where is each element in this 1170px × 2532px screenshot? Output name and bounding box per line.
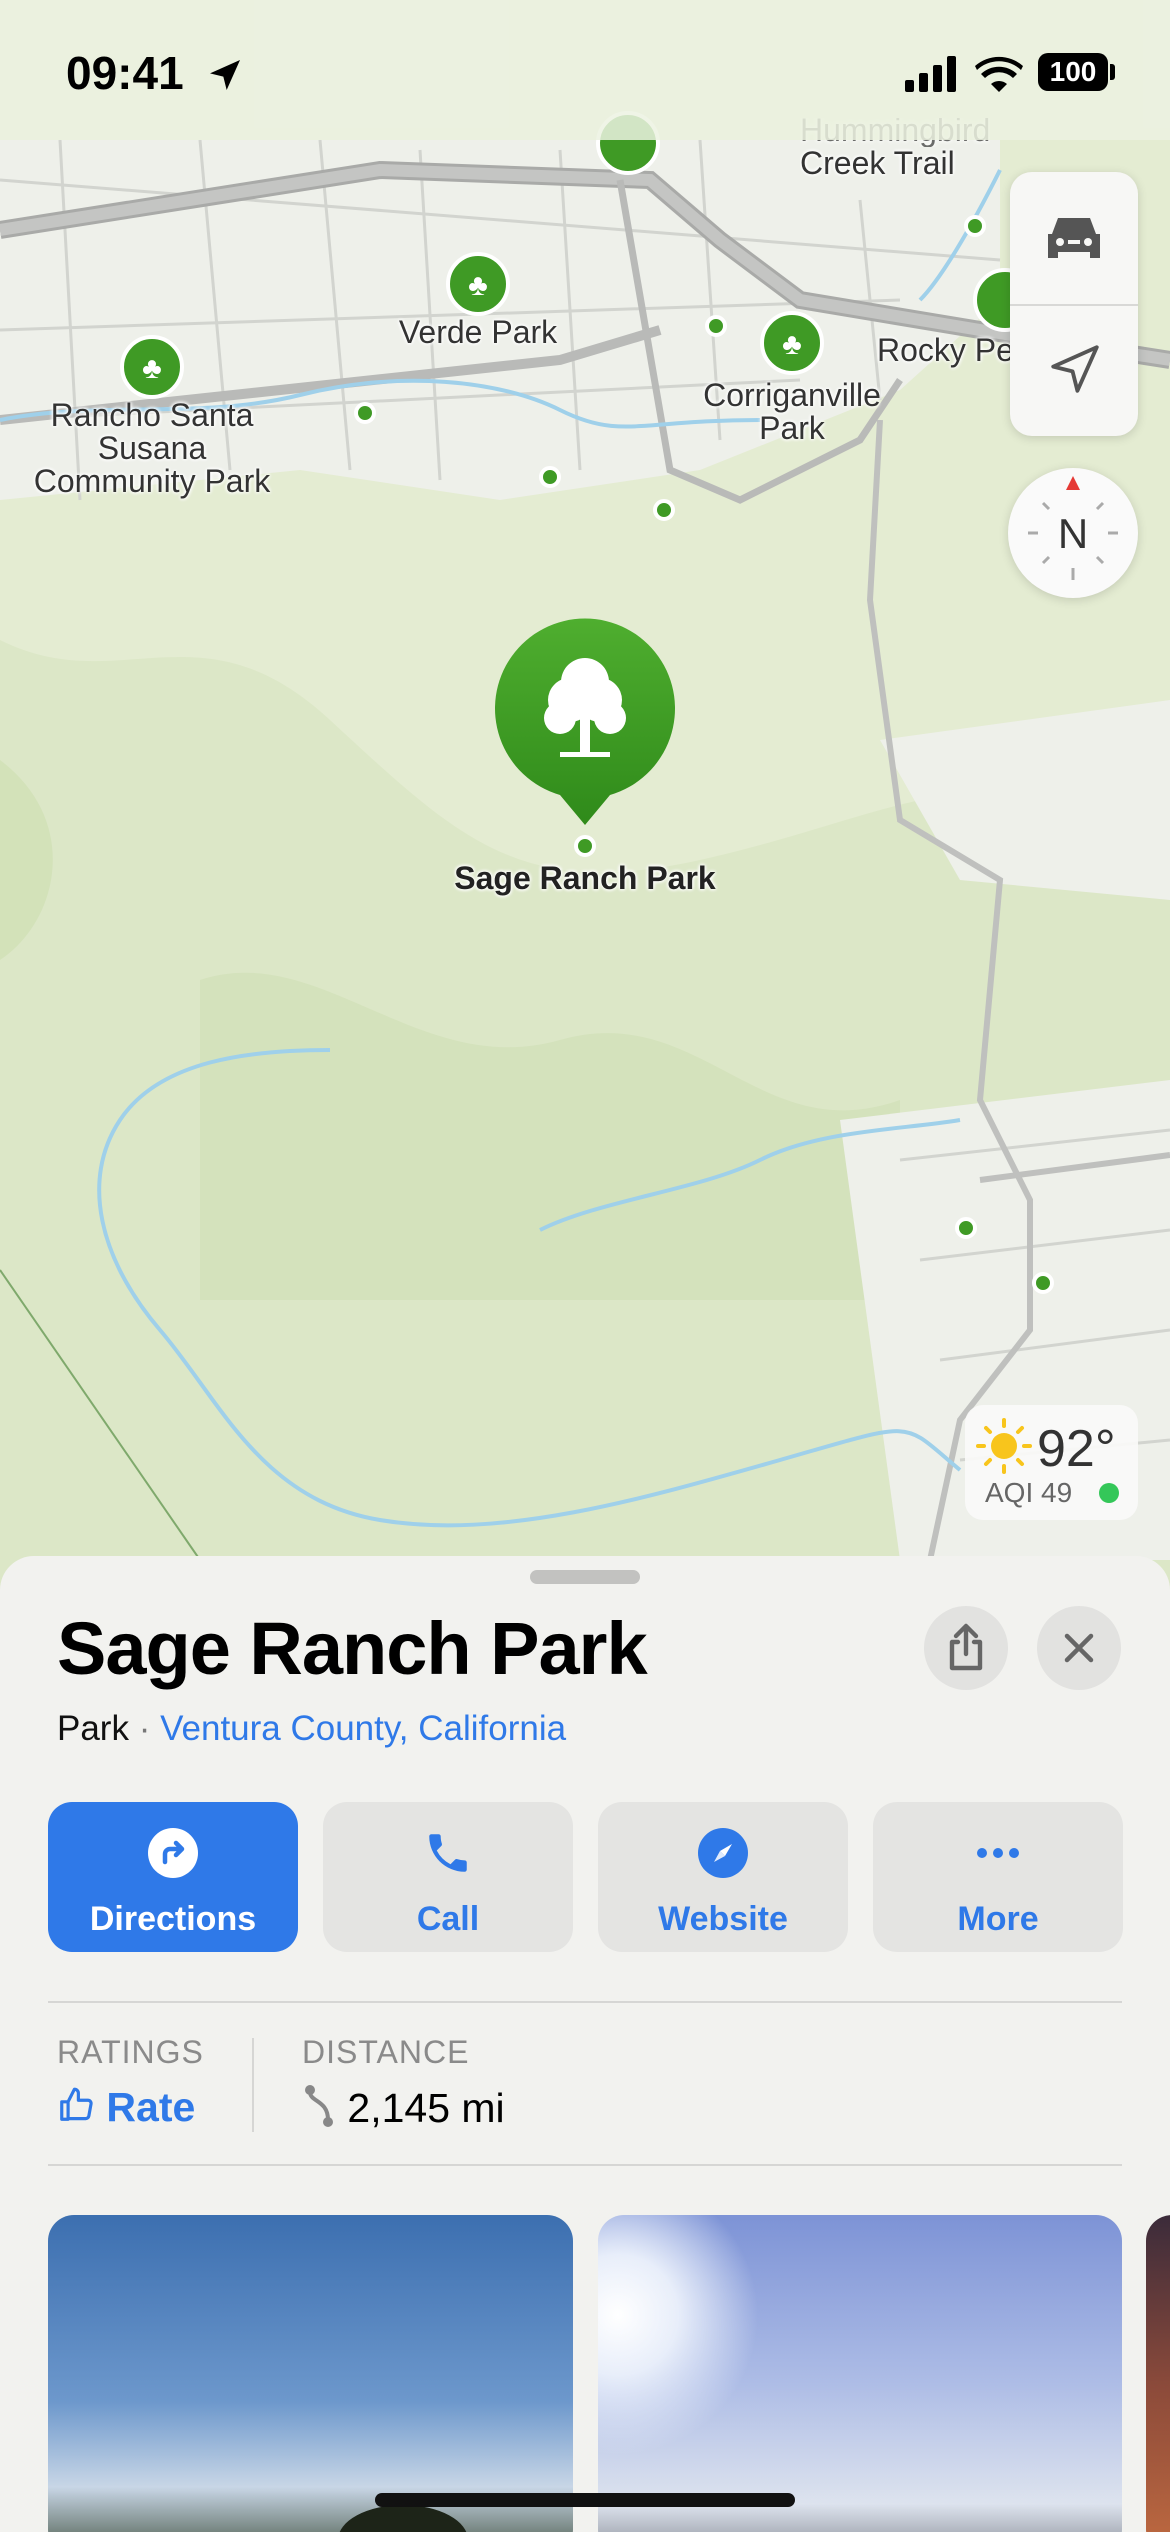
divider — [1010, 304, 1138, 306]
svg-text:♣: ♣ — [142, 352, 162, 385]
park-pin[interactable]: ♣ — [446, 252, 510, 316]
directions-label: Directions — [89, 1900, 257, 1938]
website-label: Website — [658, 1900, 788, 1938]
map-label-selected[interactable]: Sage Ranch Park — [454, 862, 715, 895]
separator: · — [138, 1709, 151, 1748]
call-label: Call — [416, 1900, 480, 1938]
battery-cap — [1110, 64, 1115, 80]
map-label-rancho-santa-susana[interactable]: Rancho Santa Susana Community Park — [34, 399, 271, 498]
battery-level: 100 — [1049, 56, 1097, 87]
status-bar: 09:41 100 — [0, 0, 1170, 140]
place-card: Sage Ranch Park Park · Ventura County, C… — [0, 1556, 1170, 2532]
directions-button[interactable]: Directions — [48, 1802, 298, 1952]
map-view[interactable]: ♣ ♣ ♣ — [0, 0, 1170, 1600]
close-button[interactable] — [1037, 1606, 1121, 1690]
share-icon — [949, 1623, 983, 1671]
divider — [48, 2001, 1122, 2003]
compass-button[interactable]: N — [1008, 468, 1138, 598]
place-location-link[interactable]: Ventura County, California — [160, 1709, 566, 1748]
turn-right-arrow-icon — [148, 1828, 198, 1878]
phone-icon — [429, 1834, 467, 1872]
rate-label: Rate — [106, 2084, 196, 2130]
location-arrow-icon[interactable] — [1046, 340, 1104, 398]
photo-thumbnail[interactable] — [1146, 2215, 1170, 2532]
sheet-grabber[interactable] — [530, 1570, 640, 1584]
svg-text:♣: ♣ — [468, 269, 488, 302]
place-category: Park — [57, 1709, 129, 1748]
more-button[interactable]: More — [873, 1802, 1123, 1952]
rate-button[interactable]: Rate — [57, 2084, 195, 2131]
distance-text: 2,145 mi — [347, 2085, 505, 2131]
place-subtitle: Park · Ventura County, California — [57, 1709, 566, 1749]
home-indicator — [375, 2493, 795, 2507]
temperature: 92° — [1037, 1420, 1116, 1478]
label-line: Park — [759, 410, 825, 446]
photo-thumbnail[interactable] — [48, 2215, 573, 2532]
label-line: Rancho Santa — [50, 397, 254, 433]
label-line: Susana — [97, 430, 207, 466]
wifi-icon — [975, 56, 1023, 92]
compass-icon — [698, 1828, 748, 1878]
compass-north: N — [1057, 510, 1089, 557]
weather-widget[interactable]: 92° AQI 49 — [965, 1405, 1138, 1520]
route-icon — [305, 2085, 333, 2127]
thumbs-up-icon — [60, 2087, 93, 2121]
map-label-verde-park[interactable]: Verde Park — [399, 316, 557, 349]
more-label: More — [957, 1900, 1039, 1938]
map-label-rocky-peak[interactable]: Rocky Pe — [877, 334, 1014, 367]
close-icon — [1064, 1633, 1094, 1663]
share-button[interactable] — [924, 1606, 1008, 1690]
aqi-status-dot — [1099, 1483, 1119, 1503]
label-line: Community Park — [33, 463, 271, 499]
photo-thumbnail[interactable] — [598, 2215, 1122, 2532]
status-time: 09:41 — [66, 47, 184, 99]
map-controls — [1010, 172, 1138, 436]
tree-silhouette — [338, 2505, 468, 2532]
divider — [48, 2164, 1122, 2166]
website-button[interactable]: Website — [598, 1802, 848, 1952]
distance-value: 2,145 mi — [302, 2084, 505, 2132]
ellipsis-icon — [977, 1848, 1019, 1858]
distance-label: DISTANCE — [302, 2034, 470, 2070]
ratings-label: RATINGS — [57, 2034, 204, 2070]
map-label-corriganville[interactable]: Corriganville Park — [703, 379, 881, 445]
sun-icon — [976, 1418, 1032, 1474]
call-button[interactable]: Call — [323, 1802, 573, 1952]
park-pin[interactable]: ♣ — [120, 335, 184, 399]
park-pin[interactable]: ♣ — [760, 311, 824, 375]
battery-icon: 100 — [1038, 53, 1108, 91]
place-title: Sage Ranch Park — [57, 1607, 648, 1690]
signal-icon — [905, 56, 956, 92]
vertical-divider — [252, 2038, 254, 2132]
aqi: AQI 49 — [985, 1477, 1073, 1508]
location-arrow-icon — [210, 60, 240, 90]
car-icon[interactable] — [1040, 210, 1108, 266]
label-line: Corriganville — [703, 377, 881, 413]
svg-text:♣: ♣ — [782, 328, 802, 361]
